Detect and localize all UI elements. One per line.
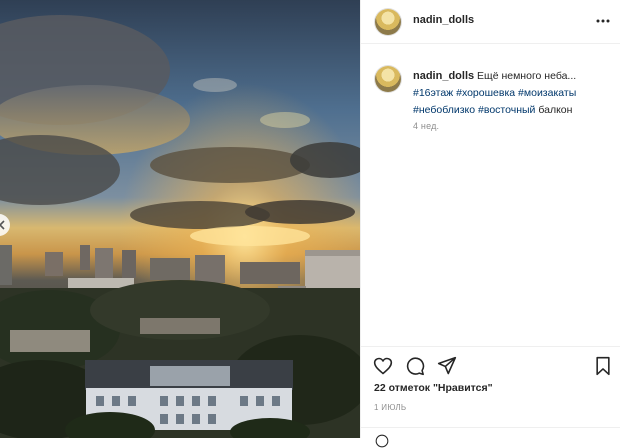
caption-word: балкон xyxy=(538,104,573,116)
hashtag[interactable]: #16этаж xyxy=(413,87,453,99)
more-options-icon[interactable] xyxy=(595,13,611,29)
avatar[interactable] xyxy=(375,9,401,35)
hashtag[interactable]: #небоблизко xyxy=(413,104,475,116)
hashtag[interactable]: #восточный xyxy=(478,104,535,116)
comment-icon[interactable] xyxy=(405,356,425,376)
caption-time[interactable]: 4 нед. xyxy=(413,121,439,131)
hashtag[interactable]: #хорошевка xyxy=(456,87,515,99)
post-actions: 22 отметок "Нравится" 1 ИЮЛЬ xyxy=(361,346,620,448)
caption-avatar[interactable] xyxy=(375,66,401,92)
post-header: nadin_dolls xyxy=(361,0,620,44)
caption-text: nadin_dolls Ещё немного неба... #16этаж … xyxy=(413,68,613,119)
post-date[interactable]: 1 ИЮЛЬ xyxy=(374,403,406,412)
bookmark-icon[interactable] xyxy=(593,356,613,376)
post-side-panel: nadin_dolls nadin_dolls Ещё немного неба… xyxy=(360,0,620,448)
chevron-left-icon xyxy=(0,220,5,230)
caption-lead: Ещё немного неба... xyxy=(477,70,577,82)
caption-username[interactable]: nadin_dolls xyxy=(413,70,474,82)
username[interactable]: nadin_dolls xyxy=(413,14,474,26)
share-icon[interactable] xyxy=(437,356,457,376)
add-comment-row[interactable] xyxy=(361,427,620,448)
heart-icon[interactable] xyxy=(373,356,393,376)
likes-count[interactable]: 22 отметок "Нравится" xyxy=(374,382,493,394)
emoji-icon[interactable] xyxy=(375,434,389,448)
post-photo[interactable] xyxy=(0,0,360,438)
hashtag[interactable]: #моизакаты xyxy=(518,87,576,99)
